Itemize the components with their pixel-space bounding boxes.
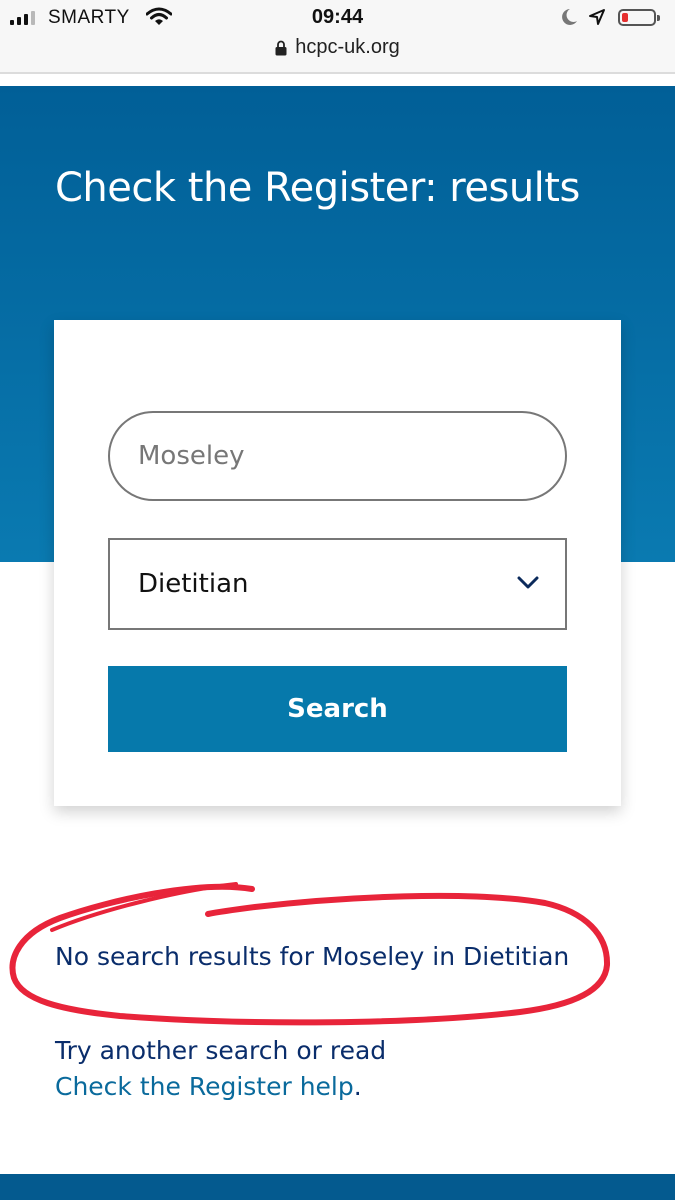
search-card: Dietitian Search xyxy=(54,320,621,806)
footer-bar xyxy=(0,1174,675,1200)
page: SMARTY 09:44 hcpc-uk.org Check the Regis… xyxy=(0,0,675,1200)
help-text-suffix: . xyxy=(353,1072,362,1101)
profession-select[interactable]: Dietitian xyxy=(108,538,567,630)
url-text: hcpc-uk.org xyxy=(295,36,400,58)
profession-select-value: Dietitian xyxy=(138,569,249,599)
register-help-link[interactable]: Check the Register help xyxy=(55,1072,354,1101)
search-button[interactable]: Search xyxy=(108,666,567,752)
no-results-message: No search results for Moseley in Dietiti… xyxy=(55,942,570,971)
location-arrow-icon xyxy=(589,9,605,25)
surname-search-input[interactable] xyxy=(108,411,567,501)
address-bar[interactable]: hcpc-uk.org xyxy=(0,36,675,59)
battery-icon xyxy=(618,9,660,26)
page-title: Check the Register: results xyxy=(55,165,580,211)
chevron-down-icon xyxy=(517,576,539,589)
moon-icon xyxy=(562,9,577,25)
status-bar: SMARTY 09:44 hcpc-uk.org xyxy=(0,0,675,74)
help-text: Try another search or read Check the Regi… xyxy=(55,1033,386,1105)
help-text-prefix: Try another search or read xyxy=(55,1036,387,1065)
lock-icon xyxy=(275,40,287,55)
